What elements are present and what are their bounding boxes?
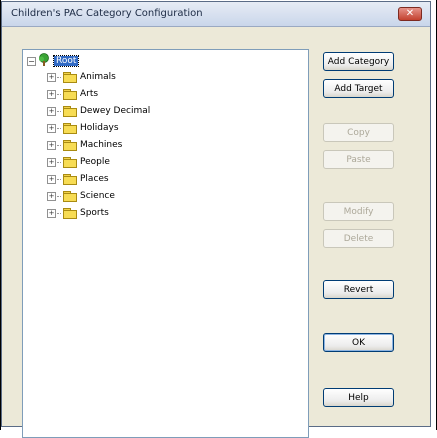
tree-node-root[interactable]: − Root — [27, 52, 80, 70]
tree-node-label: Sports — [80, 208, 109, 218]
folder-icon — [63, 72, 77, 83]
expand-icon[interactable]: + — [47, 106, 56, 116]
tree-node-places[interactable]: + Places — [47, 172, 109, 186]
add-category-button[interactable]: Add Category — [323, 52, 394, 71]
folder-icon — [63, 191, 77, 202]
tree-node-label: Arts — [80, 89, 99, 99]
tree-node-root-label[interactable]: Root — [52, 55, 80, 67]
expand-icon[interactable]: + — [47, 123, 56, 133]
folder-icon — [63, 174, 77, 185]
tree-node-label: Animals — [80, 72, 116, 82]
tree-node-label: Places — [80, 174, 109, 184]
help-button[interactable]: Help — [323, 388, 394, 407]
expand-icon[interactable]: + — [47, 191, 56, 201]
folder-icon — [63, 157, 77, 168]
collapse-icon[interactable]: − — [27, 56, 36, 66]
folder-icon — [63, 123, 77, 134]
close-button[interactable]: ✕ — [398, 7, 422, 21]
dialog-body: − Root + Animals + Arts + Dewey Decimal … — [6, 27, 426, 438]
copy-button[interactable]: Copy — [323, 123, 394, 142]
title-bar[interactable]: Children's PAC Category Configuration ✕ — [2, 2, 430, 27]
tree-node-people[interactable]: + People — [47, 155, 110, 169]
tree-node-dewey-decimal[interactable]: + Dewey Decimal — [47, 104, 150, 118]
expand-icon[interactable]: + — [47, 89, 56, 99]
tree-node-label: Machines — [80, 140, 123, 150]
close-icon: ✕ — [405, 8, 415, 19]
window-title: Children's PAC Category Configuration — [11, 8, 203, 19]
expand-icon[interactable]: + — [47, 208, 56, 218]
expand-icon[interactable]: + — [47, 72, 56, 82]
category-config-dialog: Children's PAC Category Configuration ✕ … — [1, 1, 431, 438]
revert-button[interactable]: Revert — [323, 280, 394, 299]
expand-icon[interactable]: + — [47, 174, 56, 184]
category-tree[interactable]: − Root + Animals + Arts + Dewey Decimal … — [22, 49, 309, 438]
tree-node-sports[interactable]: + Sports — [47, 206, 109, 220]
tree-node-label: Holidays — [80, 123, 119, 133]
tree-node-animals[interactable]: + Animals — [47, 70, 116, 84]
add-target-button[interactable]: Add Target — [323, 79, 394, 98]
expand-icon[interactable]: + — [47, 157, 56, 167]
delete-button[interactable]: Delete — [323, 229, 394, 248]
tree-node-label: People — [80, 157, 110, 167]
tree-icon — [37, 52, 51, 70]
left-edge-line — [0, 0, 1, 430]
folder-icon — [63, 208, 77, 219]
expand-icon[interactable]: + — [47, 140, 56, 150]
tree-node-science[interactable]: + Science — [47, 189, 115, 203]
folder-icon — [63, 106, 77, 117]
tree-node-arts[interactable]: + Arts — [47, 87, 98, 101]
tree-node-machines[interactable]: + Machines — [47, 138, 122, 152]
tree-node-holidays[interactable]: + Holidays — [47, 121, 119, 135]
ok-button[interactable]: OK — [323, 333, 394, 352]
modify-button[interactable]: Modify — [323, 202, 394, 221]
tree-node-label: Science — [80, 191, 115, 201]
folder-icon — [63, 89, 77, 100]
paste-button[interactable]: Paste — [323, 150, 394, 169]
folder-icon — [63, 140, 77, 151]
tree-node-label: Dewey Decimal — [80, 106, 151, 116]
